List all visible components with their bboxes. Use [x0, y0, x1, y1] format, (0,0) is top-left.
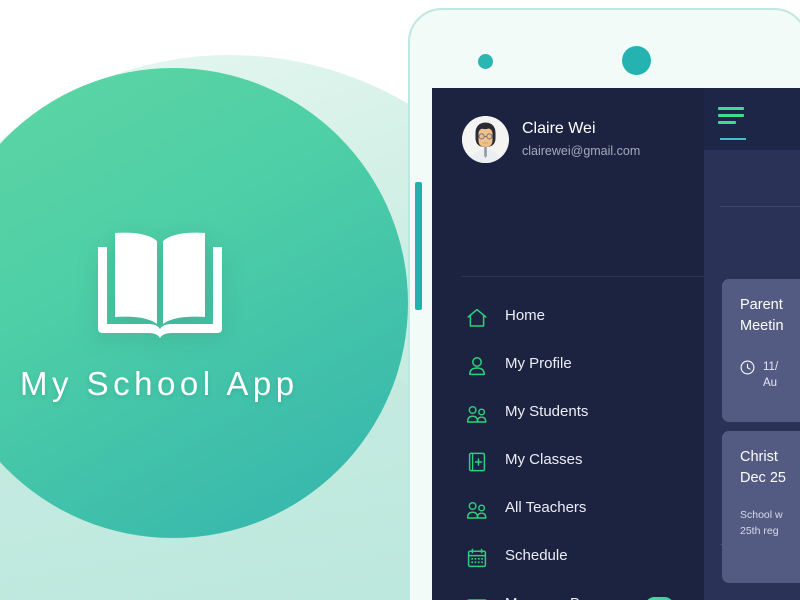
content-panel: Parent Meetin 11/ Au Christ Dec 25 Schoo…: [704, 88, 800, 600]
card-title-line1: Christ: [740, 449, 778, 465]
sidebar-item-label: Schedule: [505, 547, 568, 564]
avatar[interactable]: [462, 116, 509, 163]
navigation-drawer: Claire Wei clairewei@gmail.com Home My P…: [432, 88, 704, 600]
open-book-icon: [85, 225, 235, 345]
screenshot-root: My School App Parent Meetin 11/ Au Chris…: [0, 0, 800, 600]
card-meta-text: 11/ Au: [763, 359, 778, 391]
envelope-icon: [465, 594, 489, 600]
front-camera-icon: [622, 46, 651, 75]
card-meta: 11/ Au: [740, 359, 800, 391]
content-divider-top: [720, 206, 800, 207]
card-christmas[interactable]: Christ Dec 25 School w 25th reg: [722, 431, 800, 583]
sidebar-item-schedule[interactable]: Schedule: [432, 534, 704, 582]
calendar-icon: [465, 546, 489, 570]
sidebar-item-label: All Teachers: [505, 499, 587, 516]
sidebar-item-my-profile[interactable]: My Profile: [432, 342, 704, 390]
card-parent-meeting[interactable]: Parent Meetin 11/ Au: [722, 279, 800, 422]
profile-name: Claire Wei: [522, 120, 596, 137]
sidebar-item-message-box[interactable]: Message Box 10: [432, 582, 704, 600]
card-body-line2: 25th reg: [740, 525, 779, 537]
sidebar-item-my-classes[interactable]: My Classes: [432, 438, 704, 486]
card-title-line1: Parent: [740, 297, 783, 313]
appbar-accent-underline: [720, 138, 746, 140]
hamburger-menu-icon[interactable]: [718, 107, 744, 128]
sidebar-item-label: Message Box: [505, 595, 596, 600]
sidebar-item-all-teachers[interactable]: All Teachers: [432, 486, 704, 534]
card-title-line2: Meetin: [740, 318, 784, 334]
proximity-sensor-icon: [478, 54, 493, 69]
power-button-icon[interactable]: [415, 182, 422, 310]
card-title-line2: Dec 25: [740, 470, 786, 486]
card-body-line1: School w: [740, 509, 783, 521]
brand-content: My School App: [0, 0, 430, 600]
app-screen: Parent Meetin 11/ Au Christ Dec 25 Schoo…: [432, 88, 800, 600]
content-appbar: [704, 88, 800, 150]
group-icon: [465, 498, 489, 522]
person-icon: [465, 354, 489, 378]
book-plus-icon: [465, 450, 489, 474]
home-icon: [465, 306, 489, 330]
card-meta-line2: Au: [763, 377, 778, 389]
sidebar-item-home[interactable]: Home: [432, 294, 704, 342]
drawer-divider-top: [462, 276, 704, 277]
sidebar-item-label: My Students: [505, 403, 589, 420]
phone-mockup: Parent Meetin 11/ Au Christ Dec 25 Schoo…: [408, 8, 800, 600]
sidebar-item-label: My Classes: [505, 451, 583, 468]
profile-email: clairewei@gmail.com: [522, 144, 641, 158]
clock-icon: [740, 360, 755, 380]
brand-title: My School App: [20, 365, 299, 402]
profile-header[interactable]: Claire Wei clairewei@gmail.com: [432, 88, 704, 186]
sidebar-item-label: Home: [505, 307, 546, 324]
sidebar-item-my-students[interactable]: My Students: [432, 390, 704, 438]
brand-panel: My School App: [0, 0, 430, 600]
card-meta-line1: 11/: [763, 361, 779, 373]
sidebar-item-label: My Profile: [505, 355, 572, 372]
group-icon: [465, 402, 489, 426]
